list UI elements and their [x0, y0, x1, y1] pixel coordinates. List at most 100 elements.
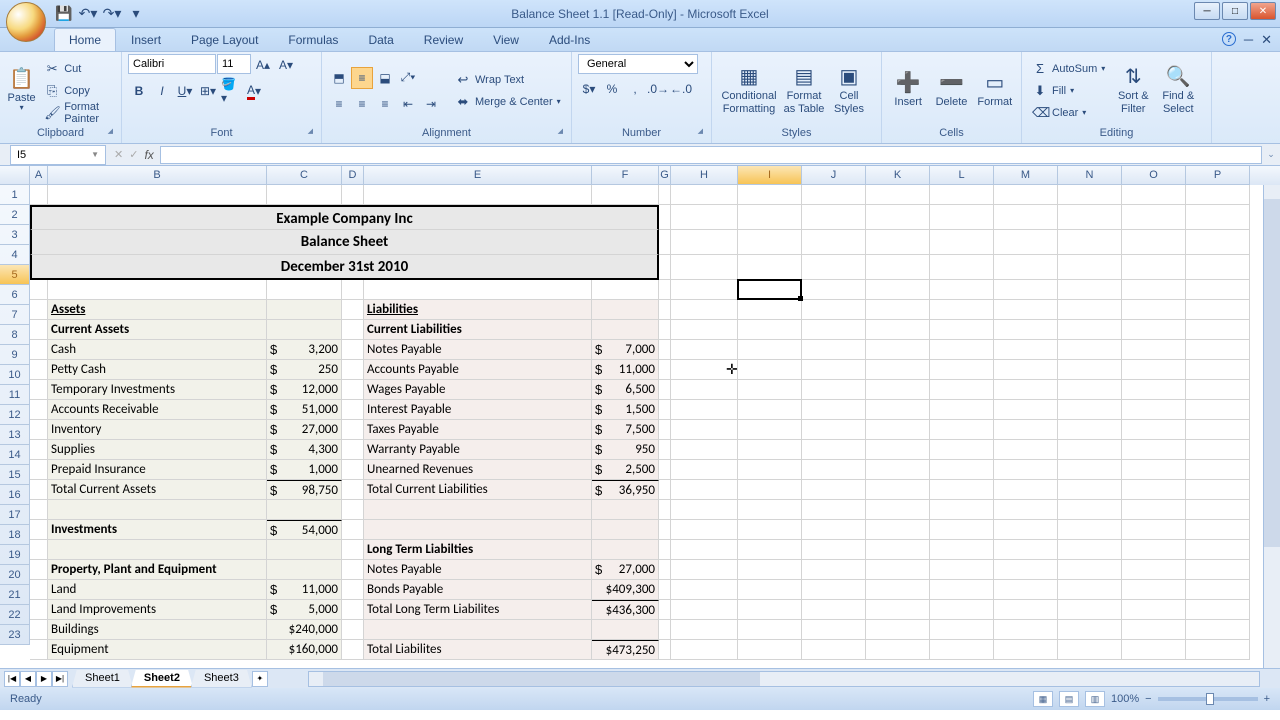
cell-I19[interactable]	[738, 560, 802, 580]
cell-O10[interactable]	[1122, 380, 1186, 400]
cell-E12[interactable]: Taxes Payable	[364, 420, 592, 440]
cell-P7[interactable]	[1186, 320, 1250, 340]
cell-L5[interactable]	[930, 280, 994, 300]
zoom-level[interactable]: 100%	[1111, 693, 1139, 705]
cell-L21[interactable]	[930, 600, 994, 620]
cell-K15[interactable]	[866, 480, 930, 500]
insert-cells-button[interactable]: ➕Insert	[888, 58, 928, 124]
cell-B12[interactable]: Inventory	[48, 420, 267, 440]
cell-P15[interactable]	[1186, 480, 1250, 500]
cell-I10[interactable]	[738, 380, 802, 400]
cell-M23[interactable]	[994, 640, 1058, 660]
cell-O12[interactable]	[1122, 420, 1186, 440]
page-break-view-button[interactable]: ▥	[1085, 691, 1105, 707]
cell-A11[interactable]	[30, 400, 48, 420]
cell-E6[interactable]: Liabilities	[364, 300, 592, 320]
font-name-select[interactable]	[128, 54, 216, 74]
cell-P1[interactable]	[1186, 185, 1250, 205]
cell-H9[interactable]	[671, 360, 738, 380]
cell-N12[interactable]	[1058, 420, 1122, 440]
cell-C6[interactable]	[267, 300, 342, 320]
cell-L13[interactable]	[930, 440, 994, 460]
row-header-5[interactable]: 5	[0, 265, 30, 285]
zoom-in-button[interactable]: +	[1264, 693, 1270, 705]
cell-M5[interactable]	[994, 280, 1058, 300]
page-layout-view-button[interactable]: ▤	[1059, 691, 1079, 707]
cell-H1[interactable]	[671, 185, 738, 205]
decrease-font-icon[interactable]: A▾	[275, 54, 297, 76]
cell-J17[interactable]	[802, 520, 866, 540]
cell-B9[interactable]: Petty Cash	[48, 360, 267, 380]
cell-P14[interactable]	[1186, 460, 1250, 480]
cell-I7[interactable]	[738, 320, 802, 340]
col-header-H[interactable]: H	[671, 166, 738, 185]
cell-A8[interactable]	[30, 340, 48, 360]
cell-E14[interactable]: Unearned Revenues	[364, 460, 592, 480]
cell-N1[interactable]	[1058, 185, 1122, 205]
cell-M6[interactable]	[994, 300, 1058, 320]
cell-N17[interactable]	[1058, 520, 1122, 540]
zoom-slider[interactable]	[1158, 697, 1258, 701]
cell-M22[interactable]	[994, 620, 1058, 640]
row-header-17[interactable]: 17	[0, 505, 30, 525]
cell-K4[interactable]	[866, 255, 930, 280]
cell-F1[interactable]	[592, 185, 659, 205]
cell-A21[interactable]	[30, 600, 48, 620]
cell-O1[interactable]	[1122, 185, 1186, 205]
cell-E17[interactable]	[364, 520, 592, 540]
align-bottom-icon[interactable]: ⬓	[374, 67, 396, 89]
cell-I2[interactable]	[738, 205, 802, 230]
cell-D22[interactable]	[342, 620, 364, 640]
cell-F5[interactable]	[592, 280, 659, 300]
cell-H7[interactable]	[671, 320, 738, 340]
cell-L20[interactable]	[930, 580, 994, 600]
tab-insert[interactable]: Insert	[116, 28, 176, 51]
fill-color-button[interactable]: 🪣▾	[220, 80, 242, 102]
cell-M16[interactable]	[994, 500, 1058, 520]
cell-D16[interactable]	[342, 500, 364, 520]
cell-D5[interactable]	[342, 280, 364, 300]
cell-I1[interactable]	[738, 185, 802, 205]
cell-M15[interactable]	[994, 480, 1058, 500]
cell-G15[interactable]	[659, 480, 671, 500]
cell-I20[interactable]	[738, 580, 802, 600]
cell-N23[interactable]	[1058, 640, 1122, 660]
cell-I13[interactable]	[738, 440, 802, 460]
row-header-16[interactable]: 16	[0, 485, 30, 505]
cell-L23[interactable]	[930, 640, 994, 660]
tab-review[interactable]: Review	[409, 28, 478, 51]
cell-M2[interactable]	[994, 205, 1058, 230]
cell-C18[interactable]	[267, 540, 342, 560]
cell-I16[interactable]	[738, 500, 802, 520]
cell-H21[interactable]	[671, 600, 738, 620]
cell-P20[interactable]	[1186, 580, 1250, 600]
office-button[interactable]	[6, 2, 46, 42]
last-sheet-button[interactable]: ▶|	[52, 671, 68, 687]
cell-G13[interactable]	[659, 440, 671, 460]
bold-button[interactable]: B	[128, 80, 150, 102]
cell-A22[interactable]	[30, 620, 48, 640]
cell-C13[interactable]: $4,300	[267, 440, 342, 460]
cell-A9[interactable]	[30, 360, 48, 380]
cell-N7[interactable]	[1058, 320, 1122, 340]
cell-A14[interactable]	[30, 460, 48, 480]
minimize-button[interactable]: ─	[1194, 2, 1220, 20]
row-header-9[interactable]: 9	[0, 345, 30, 365]
cell-I3[interactable]	[738, 230, 802, 255]
cell-J21[interactable]	[802, 600, 866, 620]
border-button[interactable]: ⊞▾	[197, 80, 219, 102]
cell-L10[interactable]	[930, 380, 994, 400]
row-header-2[interactable]: 2	[0, 205, 30, 225]
cell-P9[interactable]	[1186, 360, 1250, 380]
cell-F16[interactable]	[592, 500, 659, 520]
cell-I21[interactable]	[738, 600, 802, 620]
cell-K1[interactable]	[866, 185, 930, 205]
cell-M20[interactable]	[994, 580, 1058, 600]
fx-icon[interactable]: fx	[144, 148, 153, 162]
cell-B21[interactable]: Land Improvements	[48, 600, 267, 620]
cell-P6[interactable]	[1186, 300, 1250, 320]
cell-L22[interactable]	[930, 620, 994, 640]
cell-C21[interactable]: $5,000	[267, 600, 342, 620]
cell-D11[interactable]	[342, 400, 364, 420]
cell-O11[interactable]	[1122, 400, 1186, 420]
